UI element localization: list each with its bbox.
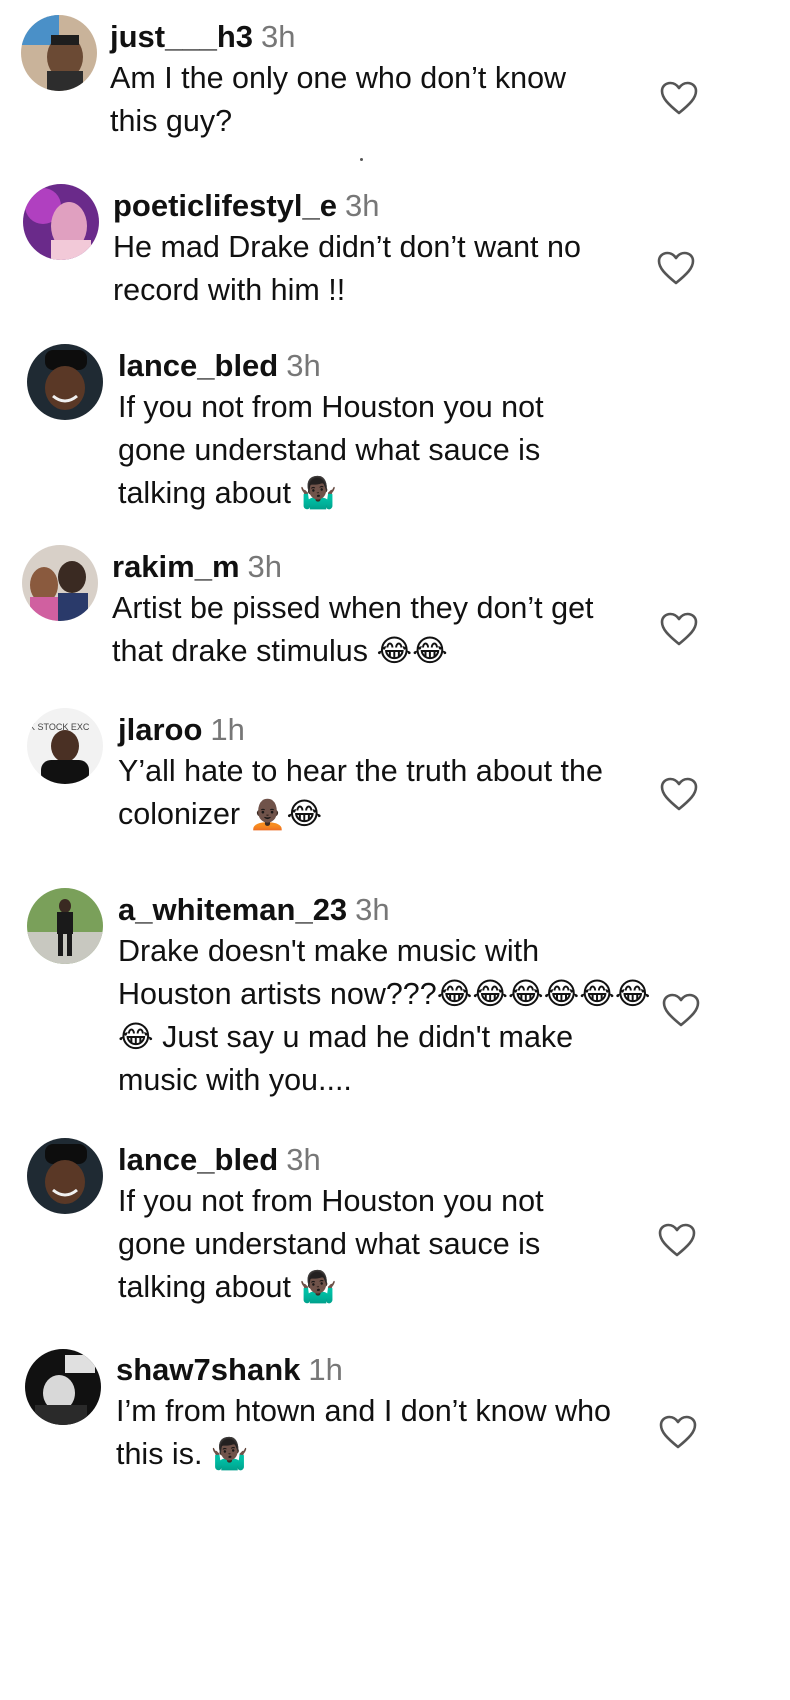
avatar-text: K STOCK EXC (29, 722, 90, 732)
comment-text: If you not from Houston you not gone und… (118, 1184, 544, 1304)
username[interactable]: jlaroo (118, 712, 202, 747)
avatar[interactable]: K STOCK EXC (27, 708, 103, 784)
username[interactable]: shaw7shank (116, 1352, 300, 1387)
heart-outline-icon (662, 993, 700, 1027)
comment-item: lance_bled 3h If you not from Houston you… (0, 1130, 790, 1340)
timestamp: 3h (286, 348, 321, 383)
timestamp: 3h (344, 188, 380, 223)
comment-text: Artist be pissed when they don’t get tha… (112, 591, 594, 668)
comment-text: If you not from Houston you not gone und… (118, 390, 544, 510)
heart-outline-icon (658, 1223, 696, 1257)
timestamp: 3h (247, 549, 283, 584)
like-button[interactable] (657, 1222, 697, 1258)
timestamp: 3h (286, 1142, 321, 1177)
username[interactable]: lance_bled (118, 1142, 278, 1177)
timestamp: 1h (308, 1352, 343, 1387)
heart-outline-icon (660, 81, 698, 115)
username[interactable]: poeticlifestyl_e (113, 188, 337, 223)
username[interactable]: rakim_m (112, 549, 240, 584)
like-button[interactable] (656, 250, 696, 286)
avatar[interactable] (22, 545, 98, 621)
comment-text: He mad Drake didn’t don’t want no record… (113, 230, 581, 307)
avatar-image (27, 708, 103, 784)
heart-outline-icon (660, 612, 698, 646)
comment-item: rakim_m 3h Artist be pissed when they don… (0, 535, 790, 700)
avatar[interactable] (25, 1349, 101, 1425)
like-button[interactable] (659, 611, 699, 647)
comment-item: a_whiteman_23 3h Drake doesn't make music… (0, 880, 790, 1130)
comment-item: lance_bled 3h If you not from Houston you… (0, 340, 790, 535)
username[interactable]: lance_bled (118, 348, 278, 383)
avatar-image (25, 1349, 101, 1425)
avatar-image (27, 344, 103, 420)
like-button[interactable] (658, 1414, 698, 1450)
avatar-image (27, 1138, 103, 1214)
comment-item: shaw7shank 1h I’m from htown and I don’t … (0, 1340, 790, 1540)
avatar-image (27, 888, 103, 964)
comment-text: Drake doesn't make music with Houston ar… (118, 934, 651, 1097)
heart-outline-icon (657, 251, 695, 285)
username[interactable]: just___h3 (110, 19, 253, 54)
timestamp: 3h (261, 19, 296, 54)
comment-item: poeticlifestyl_e 3h He mad Drake didn’t d… (0, 170, 790, 340)
comment-text: Y’all hate to hear the truth about the c… (118, 754, 603, 831)
like-button[interactable] (659, 776, 699, 812)
avatar[interactable] (27, 344, 103, 420)
separator-dot (360, 158, 363, 161)
avatar[interactable] (21, 15, 97, 91)
comment-item: K STOCK EXC jlaroo 1h Y’all hate to hear … (0, 700, 790, 880)
avatar-image (21, 15, 97, 91)
timestamp: 3h (355, 892, 390, 927)
like-button[interactable] (661, 992, 701, 1028)
heart-outline-icon (659, 1415, 697, 1449)
comment-text: I’m from htown and I don’t know who this… (116, 1394, 612, 1471)
avatar[interactable] (27, 888, 103, 964)
like-button[interactable] (659, 80, 699, 116)
comment-item: just___h3 3h Am I the only one who don’t … (0, 0, 790, 170)
avatar[interactable] (23, 184, 99, 260)
comment-text: Am I the only one who don’t know this gu… (110, 61, 567, 138)
timestamp: 1h (210, 712, 245, 747)
heart-outline-icon (660, 777, 698, 811)
avatar-image (22, 545, 98, 621)
avatar-image (23, 184, 99, 260)
avatar[interactable] (27, 1138, 103, 1214)
username[interactable]: a_whiteman_23 (118, 892, 347, 927)
